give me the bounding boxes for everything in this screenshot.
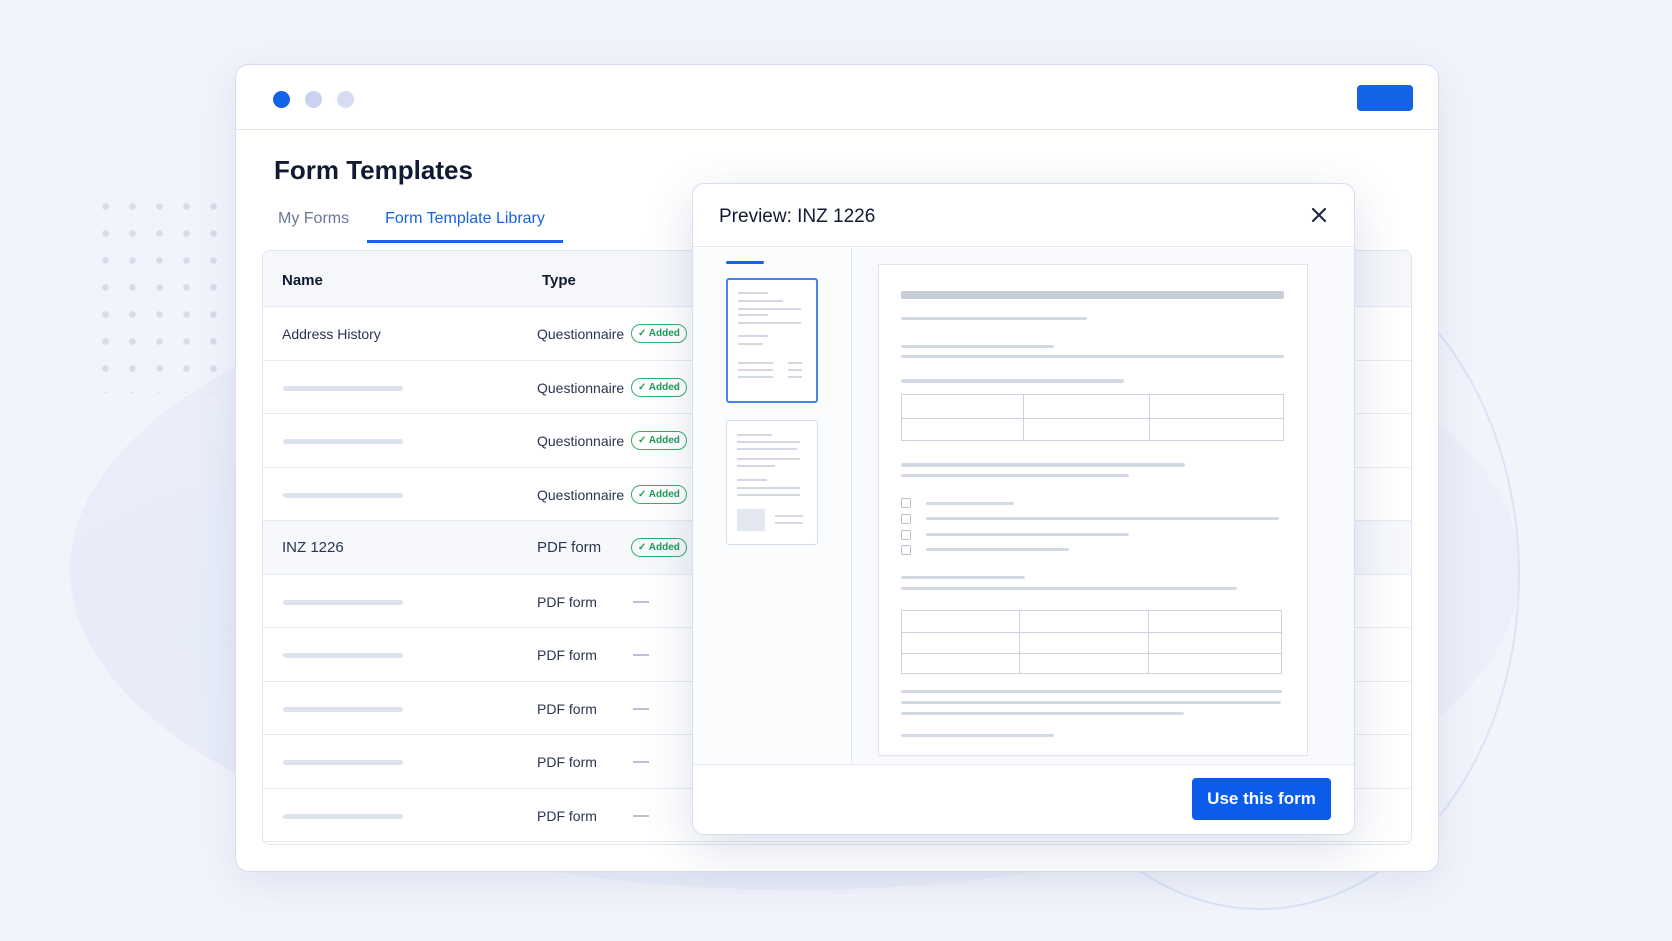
name-placeholder (283, 492, 403, 498)
cell-type: PDF form (537, 807, 597, 824)
modal-title: Preview: INZ 1226 (719, 206, 876, 227)
page-thumbnail-1[interactable] (726, 278, 818, 403)
cell-name: Address History (282, 326, 381, 342)
active-page-indicator (726, 261, 764, 264)
status-dash (633, 761, 649, 763)
status-dash (633, 707, 649, 710)
modal-footer: Use this form (693, 764, 1354, 834)
cell-type: PDF form (537, 539, 602, 556)
window-dot-minimize[interactable] (305, 91, 322, 108)
added-badge: ✓ Added (631, 538, 687, 557)
tab-bar: My Forms Form Template Library (260, 201, 563, 243)
name-placeholder (283, 385, 403, 391)
tab-form-template-library[interactable]: Form Template Library (367, 201, 563, 243)
status-dash (633, 814, 649, 817)
document-preview-area (853, 248, 1354, 765)
added-badge: ✓ Added (631, 324, 687, 343)
background-dot-grid (92, 193, 222, 393)
cell-type: PDF form (537, 593, 597, 610)
tab-my-forms[interactable]: My Forms (260, 201, 367, 243)
name-placeholder (283, 813, 403, 819)
status-dash (633, 600, 649, 603)
added-badge: ✓ Added (631, 431, 687, 450)
column-header-name[interactable]: Name (282, 272, 323, 289)
page-title: Form Templates (274, 155, 473, 185)
name-placeholder (283, 706, 403, 712)
cell-type: Questionnaire (537, 433, 625, 449)
cell-type: PDF form (537, 647, 597, 663)
column-header-type[interactable]: Type (542, 272, 576, 289)
page-thumbnails (693, 248, 852, 765)
cell-type: Questionnaire (537, 486, 625, 503)
cell-name: INZ 1226 (282, 539, 344, 556)
window-dot-maximize[interactable] (337, 91, 354, 108)
use-this-form-button[interactable]: Use this form (1192, 778, 1331, 820)
titlebar-action-button[interactable] (1357, 85, 1413, 111)
window-titlebar (236, 65, 1438, 130)
page-thumbnail-2[interactable] (726, 420, 818, 545)
added-badge: ✓ Added (631, 484, 687, 504)
added-badge: ✓ Added (631, 377, 687, 397)
cell-type: PDF form (537, 700, 597, 717)
preview-modal: Preview: INZ 1226 Use this form (692, 183, 1355, 835)
cell-type: Questionnaire (537, 379, 625, 396)
document-page (878, 264, 1308, 756)
modal-header: Preview: INZ 1226 (693, 184, 1354, 247)
cell-type: PDF form (537, 754, 597, 770)
cell-type: Questionnaire (537, 326, 625, 342)
name-placeholder (283, 439, 403, 444)
window-dot-close[interactable] (273, 91, 290, 108)
name-placeholder (283, 760, 403, 765)
status-dash (633, 654, 649, 656)
name-placeholder (283, 653, 403, 658)
name-placeholder (283, 599, 403, 605)
close-icon[interactable] (1308, 204, 1330, 226)
modal-body (693, 248, 1354, 765)
